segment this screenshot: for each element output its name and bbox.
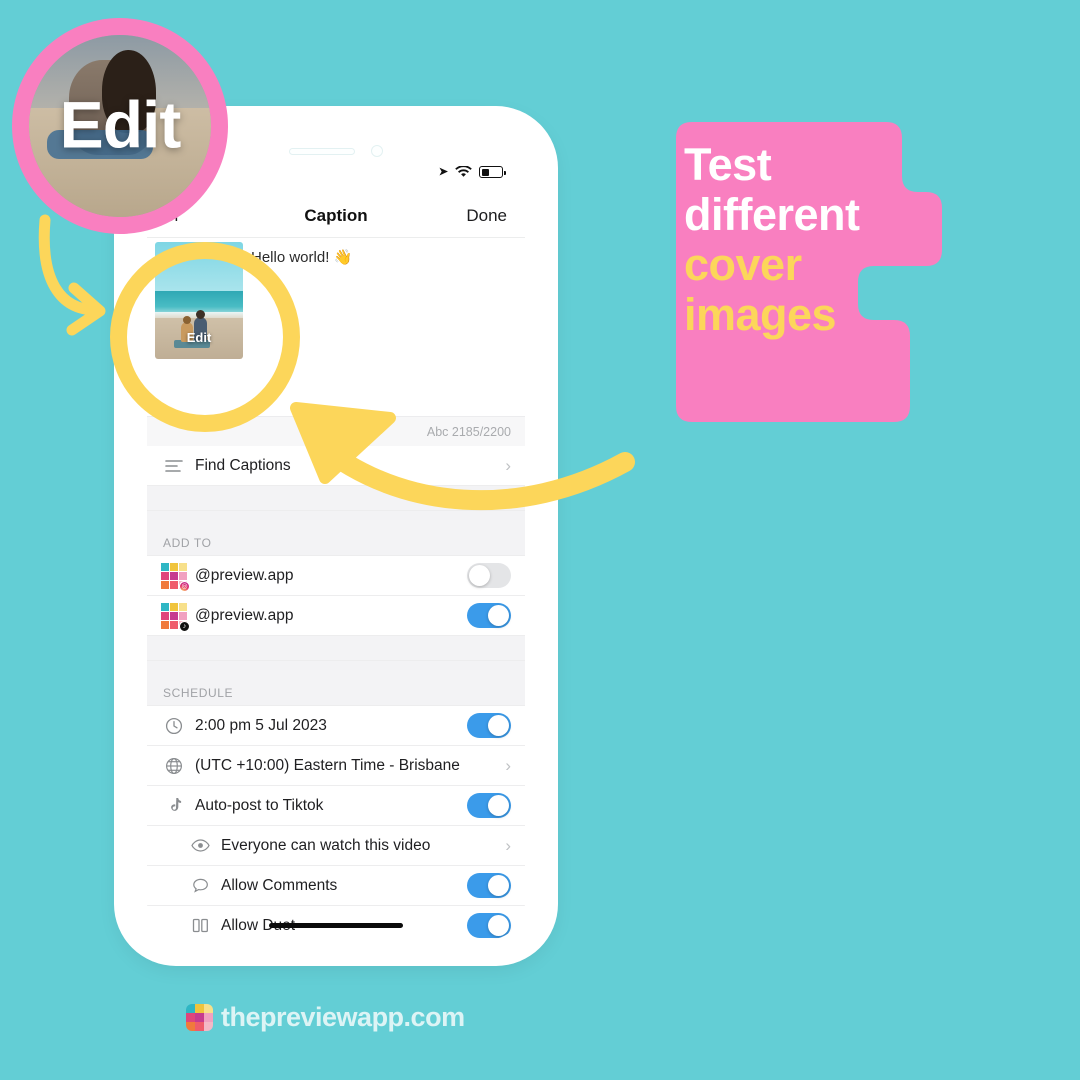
- cancel-button[interactable]: el: [165, 206, 178, 226]
- account-name: @preview.app: [195, 566, 294, 584]
- chevron-right-icon: ›: [505, 755, 511, 775]
- small-arrow-head: [66, 282, 106, 336]
- preview-grid-instagram-icon: ◎: [161, 562, 190, 592]
- autopost-tiktok-label: Auto-post to Tiktok: [195, 796, 324, 814]
- allow-comments-toggle[interactable]: [467, 873, 511, 898]
- battery-icon: [479, 166, 506, 178]
- allow-comments-label: Allow Comments: [221, 876, 338, 894]
- callout-text: Test different cover images: [684, 140, 934, 340]
- settings-list: Find Captions › ADD TO ◎ @preview.app ♪ …: [147, 446, 525, 940]
- chevron-right-icon: ›: [505, 455, 511, 475]
- navigation-bar: el Caption Done: [147, 194, 525, 238]
- front-camera-icon: [371, 145, 383, 157]
- duet-panels-icon: [187, 918, 213, 933]
- status-icons: ➤: [438, 165, 506, 179]
- schedule-time-label: 2:00 pm 5 Jul 2023: [195, 716, 327, 734]
- earpiece-speaker: [289, 147, 355, 155]
- watermark: thepreviewapp.com: [186, 1002, 465, 1033]
- tiktok-note-icon: [161, 797, 187, 814]
- phone-mockup: 2 ➤ el Caption Done Edit Hello world! 👋 …: [120, 112, 552, 960]
- privacy-row[interactable]: Everyone can watch this video ›: [147, 826, 525, 866]
- watermark-text: thepreviewapp.com: [221, 1002, 465, 1032]
- account-toggle-instagram[interactable]: [467, 563, 511, 588]
- callout-line-3: cover: [684, 238, 802, 290]
- cover-edit-label[interactable]: Edit: [155, 330, 243, 345]
- wifi-icon: [455, 166, 472, 178]
- cover-image-thumbnail[interactable]: Edit: [155, 242, 243, 359]
- caption-editor[interactable]: Edit Hello world! 👋: [147, 238, 525, 428]
- eye-icon: [187, 839, 213, 852]
- list-lines-icon: [161, 459, 187, 473]
- autopost-tiktok-toggle[interactable]: [467, 793, 511, 818]
- schedule-time-row[interactable]: 2:00 pm 5 Jul 2023: [147, 706, 525, 746]
- account-row-tiktok[interactable]: ♪ @preview.app: [147, 596, 525, 636]
- callout-line-4: images: [684, 288, 837, 340]
- done-button[interactable]: Done: [466, 206, 507, 226]
- clock-icon: [161, 717, 187, 735]
- location-arrow-icon: ➤: [438, 165, 448, 178]
- timezone-row[interactable]: (UTC +10:00) Eastern Time - Brisbane ›: [147, 746, 525, 786]
- preview-grid-logo: [186, 1004, 213, 1031]
- character-counter: Abc 2185/2200: [426, 424, 511, 439]
- caption-text-input[interactable]: Hello world! 👋: [251, 248, 513, 268]
- tiktok-badge-icon: ♪: [179, 620, 190, 632]
- schedule-toggle[interactable]: [467, 713, 511, 738]
- section-header-schedule: SCHEDULE: [147, 660, 525, 706]
- account-row-instagram[interactable]: ◎ @preview.app: [147, 556, 525, 596]
- account-name: @preview.app: [195, 606, 294, 624]
- allow-duet-toggle[interactable]: [467, 913, 511, 938]
- autopost-tiktok-row[interactable]: Auto-post to Tiktok: [147, 786, 525, 826]
- instagram-badge-icon: ◎: [179, 580, 190, 592]
- callout-shape: [676, 122, 942, 422]
- privacy-label: Everyone can watch this video: [221, 836, 431, 854]
- allow-comments-row[interactable]: Allow Comments: [147, 866, 525, 906]
- callout-block: Test different cover images: [660, 118, 948, 448]
- find-captions-label: Find Captions: [195, 456, 291, 474]
- preview-grid-tiktok-icon: ♪: [161, 602, 190, 632]
- status-time: 2: [169, 164, 177, 180]
- section-header-add-to: ADD TO: [147, 510, 525, 556]
- small-curved-arrow-shaft: [38, 214, 102, 316]
- status-bar: 2 ➤: [147, 160, 525, 184]
- chevron-right-icon: ›: [505, 835, 511, 855]
- callout-line-1: Test: [684, 139, 772, 190]
- callout-line-2: different: [684, 188, 860, 240]
- phone-screen: 2 ➤ el Caption Done Edit Hello world! 👋 …: [147, 132, 525, 940]
- list-gap: [147, 486, 525, 510]
- home-indicator: [269, 923, 403, 928]
- timezone-label: (UTC +10:00) Eastern Time - Brisbane: [195, 756, 460, 774]
- comment-bubble-icon: [187, 878, 213, 894]
- find-captions-row[interactable]: Find Captions ›: [147, 446, 525, 486]
- account-toggle-tiktok[interactable]: [467, 603, 511, 628]
- list-gap: [147, 636, 525, 660]
- globe-icon: [161, 757, 187, 775]
- character-counter-bar: Abc 2185/2200: [147, 416, 525, 446]
